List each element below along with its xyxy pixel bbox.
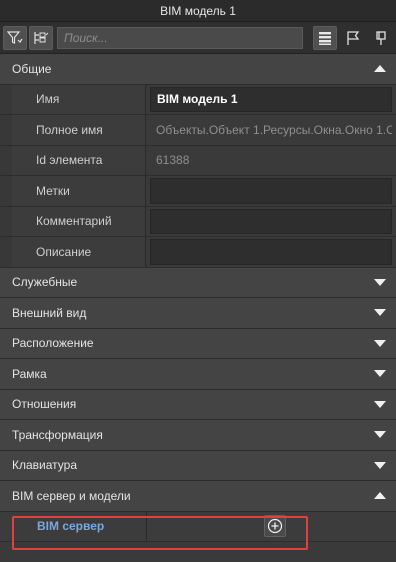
property-label: Описание xyxy=(12,237,146,267)
group-general-header[interactable]: Общие xyxy=(0,54,396,85)
name-field[interactable]: BIM модель 1 xyxy=(150,86,392,112)
group-appearance-header[interactable]: Внешний вид xyxy=(0,298,396,329)
group-label: Служебные xyxy=(12,275,78,290)
group-label: Внешний вид xyxy=(12,305,87,320)
property-label: Id элемента xyxy=(12,145,146,175)
plus-circle-icon xyxy=(267,518,283,534)
group-label: Расположение xyxy=(12,336,94,351)
flag-button[interactable] xyxy=(341,26,365,50)
property-row-id: Id элемента 61388 xyxy=(0,145,396,176)
group-label: Общие xyxy=(12,61,52,76)
group-label: Рамка xyxy=(12,366,47,381)
search-input[interactable] xyxy=(57,26,303,49)
pin-button[interactable] xyxy=(369,26,393,50)
chevron-down-icon xyxy=(374,370,386,378)
group-label: BIM сервер и модели xyxy=(12,488,131,503)
group-label: Отношения xyxy=(12,397,77,412)
list-view-icon xyxy=(319,31,331,45)
element-id-value: 61388 xyxy=(156,153,190,168)
group-relations-header[interactable]: Отношения xyxy=(0,389,396,420)
chevron-down-icon xyxy=(374,461,386,469)
property-label: Полное имя xyxy=(12,115,146,145)
chevron-down-icon xyxy=(374,400,386,408)
group-label: Клавиатура xyxy=(12,458,77,473)
property-row-description: Описание xyxy=(0,237,396,268)
window-title: BIM модель 1 xyxy=(0,0,396,22)
fullname-value: Объекты.Объект 1.Ресурсы.Окна.Окно 1.С xyxy=(156,122,392,137)
tree-filter-icon xyxy=(34,31,49,44)
group-frame-header[interactable]: Рамка xyxy=(0,359,396,390)
property-row-tags: Метки xyxy=(0,176,396,207)
bim-server-label: BIM сервер xyxy=(37,519,105,533)
toolbar xyxy=(0,22,396,54)
property-row-name: Имя BIM модель 1 xyxy=(0,84,396,115)
property-label: Комментарий xyxy=(12,206,146,236)
group-service-header[interactable]: Служебные xyxy=(0,267,396,298)
filter-button[interactable] xyxy=(3,25,27,50)
group-location-header[interactable]: Расположение xyxy=(0,328,396,359)
property-label: Метки xyxy=(12,176,146,206)
property-row-bim-server: BIM сервер xyxy=(0,511,396,542)
tags-field[interactable] xyxy=(150,178,392,204)
chevron-down-icon xyxy=(374,278,386,286)
chevron-down-icon xyxy=(374,339,386,347)
chevron-up-icon xyxy=(374,65,386,73)
group-transform-header[interactable]: Трансформация xyxy=(0,420,396,451)
chevron-down-icon xyxy=(374,309,386,317)
property-label: Имя xyxy=(12,84,146,114)
flag-icon xyxy=(347,30,360,45)
chevron-down-icon xyxy=(374,431,386,439)
tree-filter-button[interactable] xyxy=(29,25,53,50)
property-row-comment: Комментарий xyxy=(0,206,396,237)
property-row-fullname: Полное имя Объекты.Объект 1.Ресурсы.Окна… xyxy=(0,115,396,146)
list-view-button[interactable] xyxy=(313,25,337,50)
chevron-up-icon xyxy=(374,492,386,500)
pin-icon xyxy=(376,30,386,45)
filter-icon xyxy=(7,30,23,44)
group-label: Трансформация xyxy=(12,427,103,442)
description-field[interactable] xyxy=(150,239,392,265)
group-bim-server-header[interactable]: BIM сервер и модели xyxy=(0,481,396,512)
group-keyboard-header[interactable]: Клавиатура xyxy=(0,450,396,481)
add-server-button[interactable] xyxy=(264,515,286,537)
comment-field[interactable] xyxy=(150,208,392,234)
